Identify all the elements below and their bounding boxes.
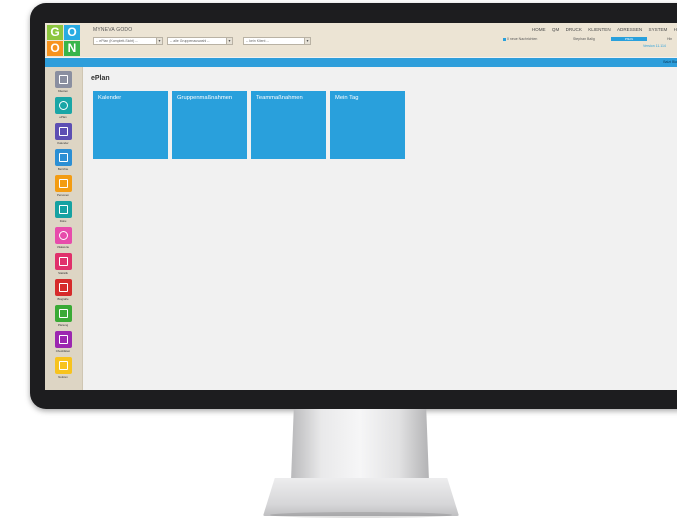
logo-letter: N	[64, 41, 80, 56]
logo-letter: O	[64, 25, 80, 40]
nav-home[interactable]: HOME	[532, 27, 546, 32]
version-text: Version 11.114	[643, 44, 666, 48]
message-dot-icon	[503, 37, 506, 41]
sidebar-item-biografie[interactable]: Biografie	[51, 279, 75, 301]
tile-label: Gruppenmaßnahmen	[177, 95, 233, 101]
file-icon	[54, 201, 72, 218]
chevron-down-icon: ▾	[226, 38, 232, 44]
calendar-grid-icon	[54, 305, 72, 322]
sidebar-item-label: Berichte	[57, 167, 69, 171]
tile-gruppenmassnahmen[interactable]: Gruppenmaßnahmen	[172, 91, 247, 159]
sidebar-item-klienten[interactable]: Klienten	[51, 71, 75, 93]
main-nav: HOME QM DRUCK KLIENTEN ADRESSEN SYSTEM H	[527, 27, 677, 32]
user-status: Stephan Balig	[573, 37, 595, 41]
monitor-stand-foot	[263, 478, 459, 516]
calendar-icon	[54, 123, 72, 140]
sidebar-item-eplan[interactable]: ePlan	[51, 97, 75, 119]
view-select[interactable]: -- ePlan (Komplett-Sicht) -- ▾	[93, 37, 163, 45]
sidebar-item-personen[interactable]: Personen	[51, 175, 75, 197]
other-label: Hin	[667, 37, 673, 41]
stand-shadow	[270, 512, 452, 518]
sidebar-item-checklisten[interactable]: Checklisten	[51, 331, 75, 353]
target-icon	[54, 227, 72, 244]
nav-druck[interactable]: DRUCK	[566, 27, 582, 32]
chevron-down-icon: ▾	[304, 38, 310, 44]
sidebar-item-kalender[interactable]: Kalender	[51, 123, 75, 145]
messages-link[interactable]: 0 neue Nachrichten	[503, 37, 537, 41]
sidebar-item-label: Notizen	[58, 375, 68, 379]
messages-text: 0 neue Nachrichten	[507, 37, 538, 41]
blue-header-bar: Balzt Bla	[45, 58, 677, 67]
logo-letter: O	[47, 41, 63, 56]
person-icon	[54, 175, 72, 192]
tile-kalender[interactable]: Kalender	[93, 91, 168, 159]
top-bar: G O O N MYNEVA GODO -- ePlan (Komplett-S…	[45, 23, 677, 57]
sidebar-item-label: Biografie	[57, 297, 69, 301]
user-name[interactable]: Balzt Bla	[663, 60, 677, 64]
tile-label: Kalender	[98, 95, 122, 101]
tile-mein-tag[interactable]: Mein Tag	[330, 91, 405, 159]
sidebar-item-label: Planung	[57, 323, 69, 327]
book-icon	[54, 279, 72, 296]
message-pill[interactable]: Pflicht	[611, 37, 647, 41]
sidebar-item-label: Statistik	[58, 271, 68, 275]
group-select[interactable]: -- alle Gruppenauswahl -- ▾	[167, 37, 233, 45]
nav-adressen[interactable]: ADRESSEN	[617, 27, 642, 32]
sidebar-item-statistik[interactable]: Statistik	[51, 253, 75, 275]
group-select-value: -- alle Gruppenauswahl --	[170, 39, 210, 43]
ring-icon	[54, 97, 72, 114]
sidebar-item-planung[interactable]: Planung	[51, 305, 75, 327]
app-logo[interactable]: G O O N	[47, 25, 81, 57]
sidebar-item-berichte[interactable]: Berichte	[51, 149, 75, 171]
chart-icon	[54, 253, 72, 270]
client-select-value: -- kein Klient --	[246, 39, 269, 43]
sidebar: Klienten ePlan Kalender Berichte Persone…	[45, 67, 83, 390]
view-select-value: -- ePlan (Komplett-Sicht) --	[96, 39, 138, 43]
sidebar-item-label: Personen	[57, 193, 69, 197]
sidebar-item-label: Kalender	[57, 141, 69, 145]
page-title: ePlan	[91, 75, 110, 82]
sidebar-item-label: ePlan	[59, 115, 67, 119]
nav-qm[interactable]: QM	[552, 27, 559, 32]
sidebar-item-label: Vitalwerte	[56, 245, 70, 249]
tile-label: Mein Tag	[335, 95, 359, 101]
nav-system[interactable]: SYSTEM	[649, 27, 668, 32]
tile-teammassnahmen[interactable]: Teammaßnahmen	[251, 91, 326, 159]
tile-label: Teammaßnahmen	[256, 95, 303, 101]
app-title: MYNEVA GODO	[93, 27, 133, 33]
client-select[interactable]: -- kein Klient -- ▾	[243, 37, 311, 45]
monitor-stand-neck	[291, 409, 429, 481]
sidebar-item-doku[interactable]: Doku	[51, 201, 75, 223]
sidebar-item-label: Checklisten	[55, 349, 71, 353]
sidebar-item-vitalwerte[interactable]: Vitalwerte	[51, 227, 75, 249]
people-icon	[54, 71, 72, 88]
chevron-down-icon: ▾	[156, 38, 162, 44]
nav-klienten[interactable]: KLIENTEN	[588, 27, 610, 32]
sidebar-item-notizen[interactable]: Notizen	[51, 357, 75, 379]
check-icon	[54, 331, 72, 348]
pencil-icon	[54, 357, 72, 374]
document-icon	[54, 149, 72, 166]
app-screen: G O O N MYNEVA GODO -- ePlan (Komplett-S…	[45, 23, 677, 390]
sidebar-item-label: Klienten	[57, 89, 69, 93]
sidebar-item-label: Doku	[59, 219, 67, 223]
logo-letter: G	[47, 25, 63, 40]
